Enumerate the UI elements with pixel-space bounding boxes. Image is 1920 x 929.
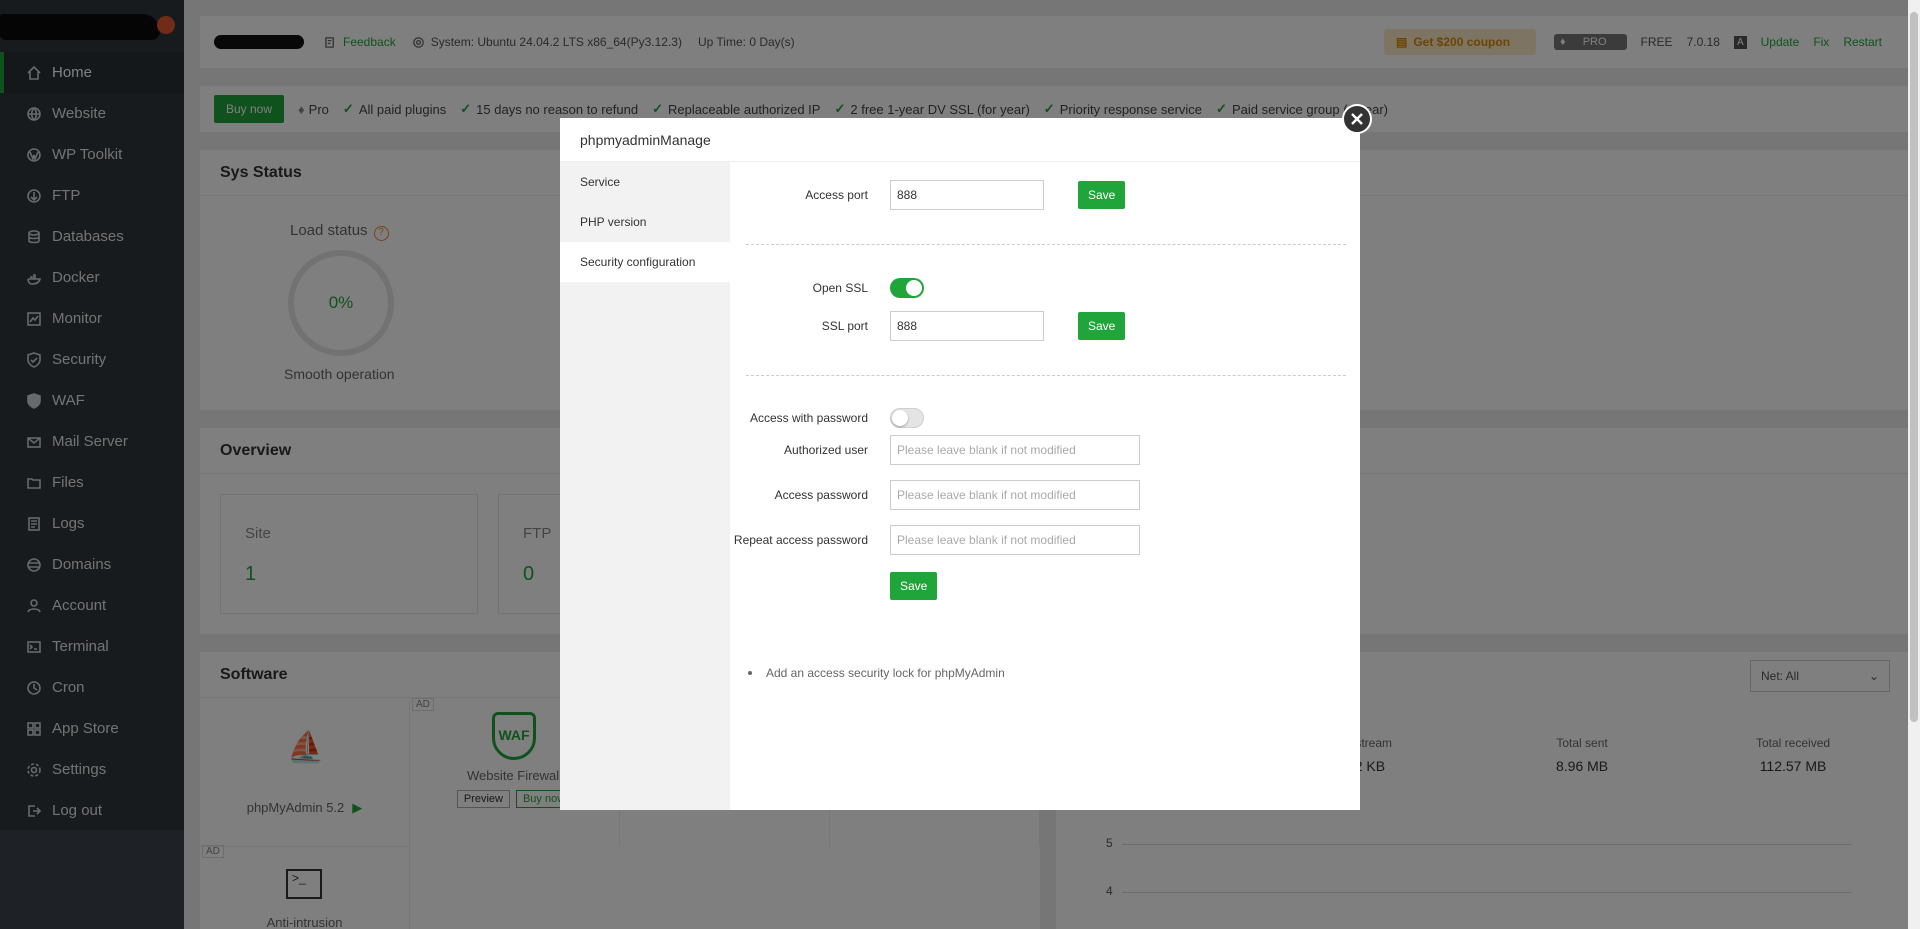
access-password-label: Access password [774, 488, 868, 502]
access-password-toggle-row: Access with password [730, 408, 924, 428]
access-port-input[interactable] [890, 180, 1044, 210]
save-access-port-button[interactable]: Save [1078, 181, 1126, 209]
tab-service[interactable]: Service [560, 162, 730, 202]
bullet-icon [748, 671, 752, 675]
access-port-label: Access port [805, 188, 868, 202]
save-ssl-port-button[interactable]: Save [1078, 312, 1126, 340]
divider [746, 244, 1346, 245]
ssl-port-input[interactable] [890, 311, 1044, 341]
divider [746, 375, 1346, 376]
phpmyadmin-manage-dialog: phpmyadminManage Service PHP version Sec… [560, 104, 1372, 810]
access-password-input[interactable] [890, 480, 1140, 510]
authorized-user-label: Authorized user [783, 443, 868, 457]
access-password-row: Access password [730, 480, 1140, 510]
dialog-tabs: Service PHP version Security configurati… [560, 162, 730, 810]
repeat-password-row: Repeat access password [730, 525, 1140, 555]
repeat-access-password-label: Repeat access password [733, 533, 868, 547]
save-password-row: Save [890, 572, 938, 600]
close-button[interactable] [1342, 104, 1372, 134]
dialog-body: Access port Save Open SSL SSL port Save … [730, 162, 1360, 810]
scrollbar-thumb[interactable] [1910, 12, 1918, 722]
close-icon [1351, 113, 1363, 125]
toggle-knob [892, 410, 908, 426]
access-with-password-label: Access with password [749, 411, 868, 425]
tab-security-configuration[interactable]: Security configuration [560, 242, 730, 282]
ssl-port-label: SSL port [821, 319, 868, 333]
access-with-password-toggle[interactable] [890, 408, 924, 428]
toggle-knob [906, 280, 922, 296]
open-ssl-toggle[interactable] [890, 278, 924, 298]
dialog-title: phpmyadminManage [560, 118, 1360, 162]
ssl-port-row: SSL port Save [730, 311, 1126, 341]
open-ssl-label: Open SSL [812, 281, 868, 295]
tab-php-version[interactable]: PHP version [560, 202, 730, 242]
access-port-row: Access port Save [730, 180, 1126, 210]
save-password-button[interactable]: Save [890, 572, 938, 600]
repeat-access-password-input[interactable] [890, 525, 1140, 555]
authorized-user-row: Authorized user [730, 435, 1140, 465]
page-scrollbar[interactable] [1908, 0, 1920, 929]
authorized-user-input[interactable] [890, 435, 1140, 465]
security-tip: Add an access security lock for phpMyAdm… [748, 666, 1005, 680]
open-ssl-row: Open SSL [730, 278, 924, 298]
